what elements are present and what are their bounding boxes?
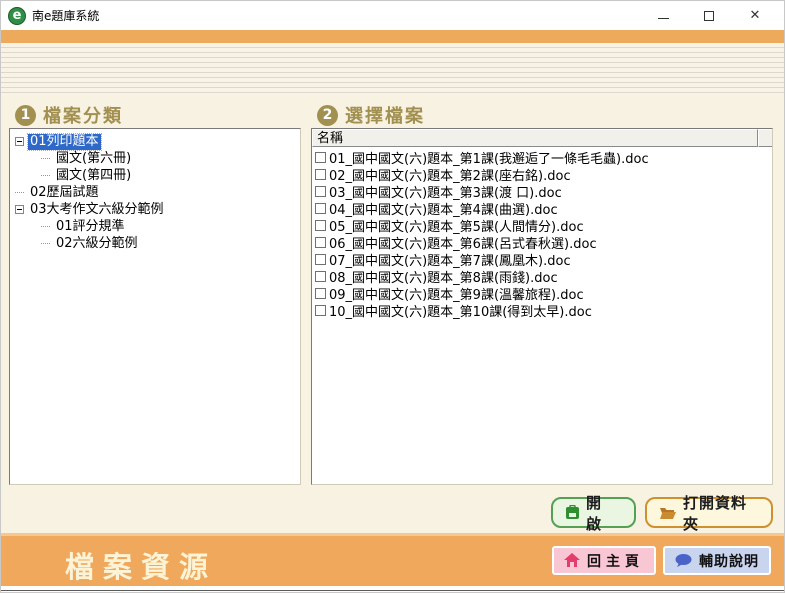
maximize-icon <box>704 11 714 21</box>
home-icon <box>564 553 580 568</box>
file-row[interactable]: 02_國中國文(六)題本_第2課(座右銘).doc <box>312 166 772 183</box>
tree-item-label[interactable]: 02六級分範例 <box>54 236 140 252</box>
file-row[interactable]: 08_國中國文(六)題本_第8課(雨錢).doc <box>312 268 772 285</box>
tree-connector <box>41 226 50 227</box>
tree-item-label[interactable]: 01列印題本 <box>28 134 101 150</box>
window-bottom-edge <box>1 590 784 591</box>
file-checkbox[interactable] <box>315 169 326 180</box>
open-button-label: 開啟 <box>586 492 622 534</box>
striped-band <box>1 43 784 96</box>
action-button-row: 開啟 打開資料夾 <box>1 497 773 528</box>
tree-item-label[interactable]: 國文(第四冊) <box>54 168 133 184</box>
open-folder-button[interactable]: 打開資料夾 <box>645 497 773 528</box>
file-row[interactable]: 01_國中國文(六)題本_第1課(我邂逅了一條毛毛蟲).doc <box>312 149 772 166</box>
step-2-badge: 2 <box>317 105 338 126</box>
tree-item[interactable]: 01評分規準 <box>10 218 300 235</box>
column-header-name[interactable]: 名稱 <box>312 129 758 147</box>
left-section-title: 檔案分類 <box>43 102 123 128</box>
open-folder-button-label: 打開資料夾 <box>683 492 759 534</box>
column-header-stub <box>758 129 772 147</box>
close-button[interactable]: ✕ <box>732 1 778 30</box>
tree-item[interactable]: 03大考作文六級分範例 <box>10 201 300 218</box>
minimize-button[interactable] <box>640 1 686 30</box>
file-row[interactable]: 05_國中國文(六)題本_第5課(人間情分).doc <box>312 217 772 234</box>
file-name: 10_國中國文(六)題本_第10課(得到太早).doc <box>329 301 592 320</box>
footer-page-title: 檔案資源 <box>65 544 217 586</box>
step-1-badge: 1 <box>15 105 36 126</box>
tree-connector <box>15 192 24 193</box>
maximize-button[interactable] <box>686 1 732 30</box>
file-checkbox[interactable] <box>315 271 326 282</box>
app-icon: e <box>8 7 26 25</box>
file-checkbox[interactable] <box>315 220 326 231</box>
file-tree: 01列印題本國文(第六冊)國文(第四冊)02歷屆試題03大考作文六級分範例01評… <box>10 129 300 252</box>
category-tree-panel: 01列印題本國文(第六冊)國文(第四冊)02歷屆試題03大考作文六級分範例01評… <box>9 128 301 485</box>
file-row[interactable]: 09_國中國文(六)題本_第9課(溫馨旅程).doc <box>312 285 772 302</box>
file-checkbox[interactable] <box>315 254 326 265</box>
file-row[interactable]: 07_國中國文(六)題本_第7課(鳳凰木).doc <box>312 251 772 268</box>
speech-bubble-icon <box>675 554 692 568</box>
minimize-icon <box>658 18 669 19</box>
file-checkbox[interactable] <box>315 288 326 299</box>
left-section-header: 1 檔案分類 <box>15 102 123 128</box>
tree-item-label[interactable]: 01評分規準 <box>54 219 127 235</box>
file-row[interactable]: 10_國中國文(六)題本_第10課(得到太早).doc <box>312 302 772 319</box>
tree-item-label[interactable]: 國文(第六冊) <box>54 151 133 167</box>
tree-item[interactable]: 國文(第四冊) <box>10 167 300 184</box>
file-row[interactable]: 03_國中國文(六)題本_第3課(渡 口).doc <box>312 183 772 200</box>
right-section-header: 2 選擇檔案 <box>317 102 425 128</box>
footer-buttons: 回主頁 輔助說明 <box>552 546 771 575</box>
list-header: 名稱 <box>312 129 772 147</box>
open-file-icon <box>565 505 580 520</box>
window-title: 南e題庫系統 <box>32 7 99 24</box>
file-row[interactable]: 06_國中國文(六)題本_第6課(呂式春秋選).doc <box>312 234 772 251</box>
file-list: 01_國中國文(六)題本_第1課(我邂逅了一條毛毛蟲).doc02_國中國文(六… <box>312 147 772 319</box>
accent-bar <box>1 30 784 43</box>
help-button-label: 輔助說明 <box>699 551 759 571</box>
file-checkbox[interactable] <box>315 305 326 316</box>
tree-expand-box[interactable] <box>15 205 24 214</box>
app-window: e 南e題庫系統 ✕ 1 檔案分類 2 選擇檔案 01列印題本國文(第六冊)國文… <box>0 0 785 593</box>
file-checkbox[interactable] <box>315 186 326 197</box>
tree-connector <box>41 243 50 244</box>
tree-item[interactable]: 02六級分範例 <box>10 235 300 252</box>
file-list-panel: 名稱 01_國中國文(六)題本_第1課(我邂逅了一條毛毛蟲).doc02_國中國… <box>311 128 773 485</box>
titlebar: e 南e題庫系統 ✕ <box>1 1 784 30</box>
file-checkbox[interactable] <box>315 152 326 163</box>
file-checkbox[interactable] <box>315 237 326 248</box>
window-controls: ✕ <box>640 1 778 30</box>
tree-expand-box[interactable] <box>15 137 24 146</box>
file-row[interactable]: 04_國中國文(六)題本_第4課(曲選).doc <box>312 200 772 217</box>
tree-connector <box>41 158 50 159</box>
open-button[interactable]: 開啟 <box>551 497 636 528</box>
tree-item-label[interactable]: 03大考作文六級分範例 <box>28 202 166 218</box>
tree-item[interactable]: 國文(第六冊) <box>10 150 300 167</box>
tree-item-label[interactable]: 02歷屆試題 <box>28 185 101 201</box>
home-button-label: 回主頁 <box>587 551 644 571</box>
tree-connector <box>41 175 50 176</box>
close-icon: ✕ <box>750 8 761 23</box>
folder-icon <box>659 506 677 520</box>
footer-bar: 檔案資源 回主頁 輔助說明 <box>1 533 784 586</box>
help-button[interactable]: 輔助說明 <box>663 546 771 575</box>
tree-item[interactable]: 02歷屆試題 <box>10 184 300 201</box>
file-checkbox[interactable] <box>315 203 326 214</box>
right-section-title: 選擇檔案 <box>345 102 425 128</box>
home-button[interactable]: 回主頁 <box>552 546 656 575</box>
tree-item[interactable]: 01列印題本 <box>10 133 300 150</box>
